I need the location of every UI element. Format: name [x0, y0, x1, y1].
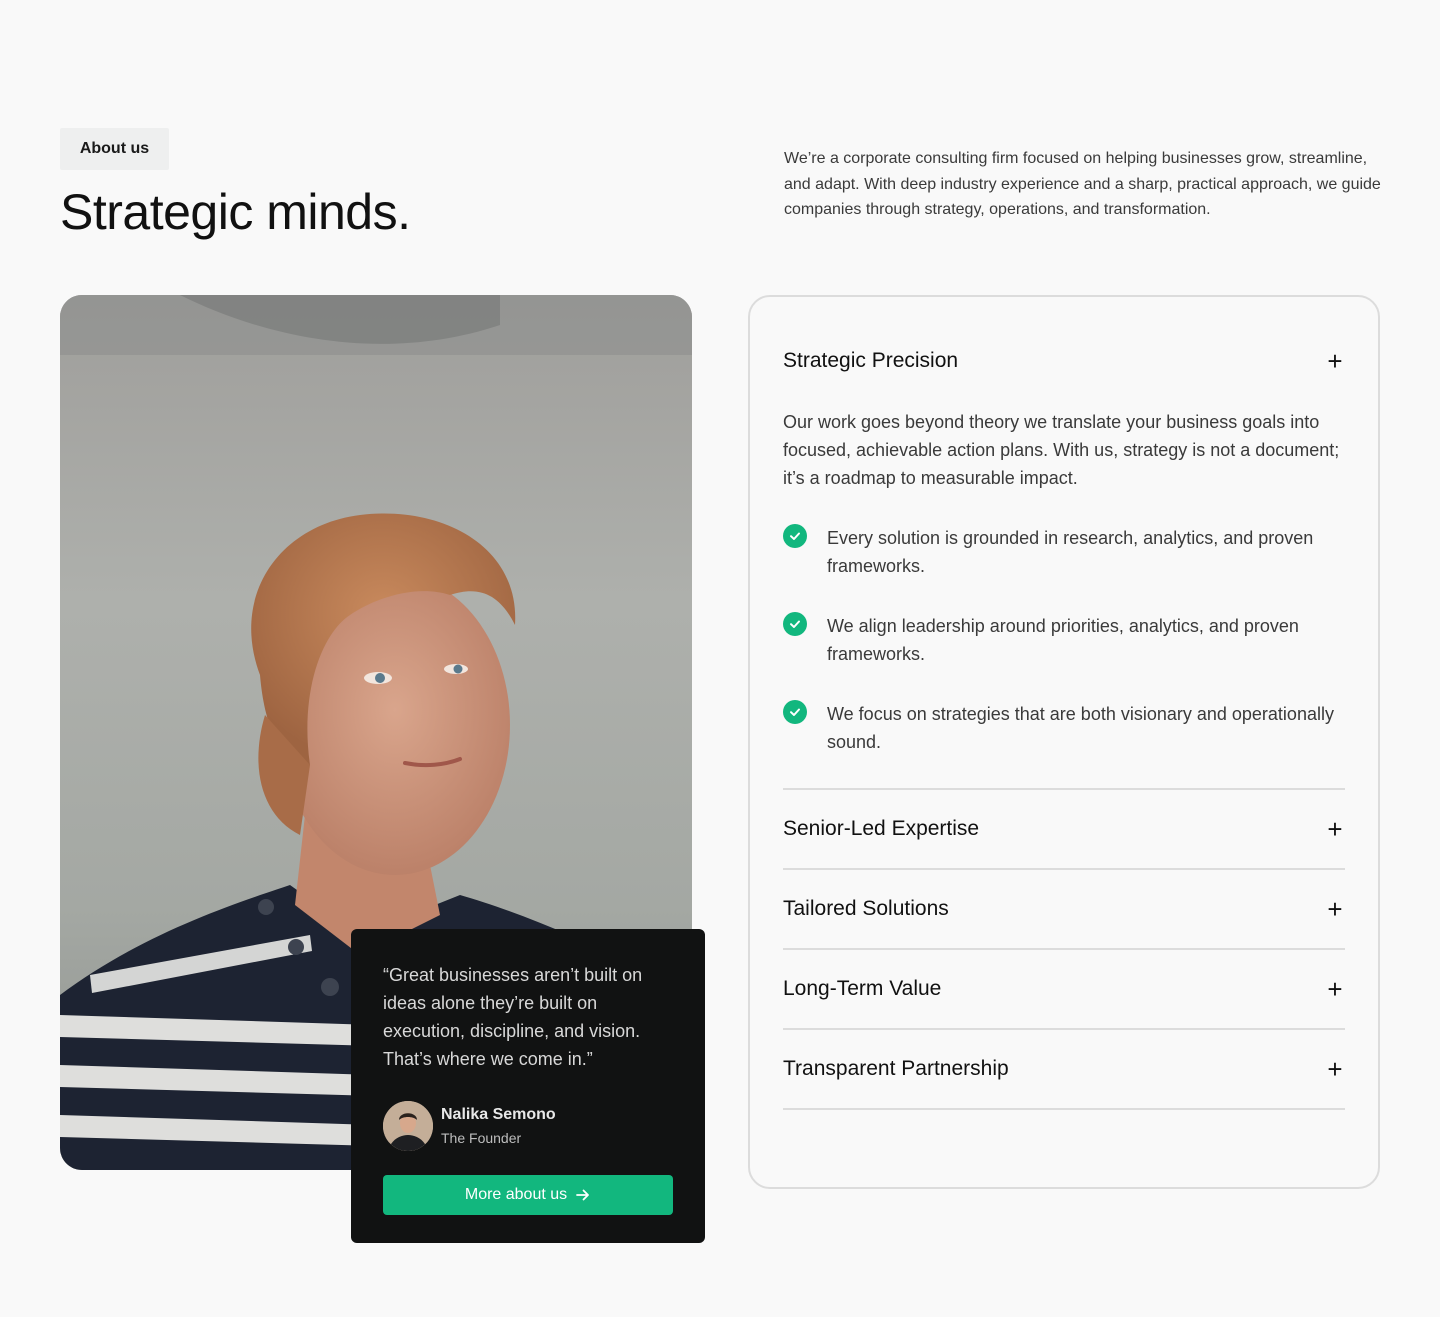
plus-icon[interactable]: + [1325, 816, 1345, 842]
check-circle-icon [783, 700, 807, 724]
check-circle-icon [783, 612, 807, 636]
check-circle-icon [783, 524, 807, 548]
section-title: Strategic minds. [60, 184, 411, 240]
section-eyebrow-tag: About us [60, 128, 169, 170]
accordion-title: Long-Term Value [783, 977, 942, 1000]
accordion-header-long-term-value[interactable]: Long-Term Value + [783, 950, 1345, 1028]
accordion-title: Senior-Led Expertise [783, 817, 980, 840]
accordion-body-strategic-precision: Our work goes beyond theory we translate… [783, 408, 1345, 756]
body-line-1: Our work goes beyond theory we translate… [783, 412, 1340, 460]
plus-icon[interactable]: + [1325, 896, 1345, 922]
body-line-2: it’s a roadmap to measurable impact. [783, 468, 1078, 488]
list-item-text: We focus on strategies that are both vis… [827, 704, 1334, 752]
founder-quote: “Great businesses aren’t built on ideas … [383, 965, 643, 1069]
list-item: We focus on strategies that are both vis… [783, 700, 1345, 756]
accordion-body-text: Our work goes beyond theory we translate… [783, 408, 1345, 492]
benefit-list: Every solution is grounded in research, … [783, 524, 1345, 756]
author-role: The Founder [441, 1130, 522, 1146]
accordion-header-senior-led-expertise[interactable]: Senior-Led Expertise + [783, 790, 1345, 868]
accordion-header-transparent-partnership[interactable]: Transparent Partnership + [783, 1030, 1345, 1108]
accordion-title: Tailored Solutions [783, 897, 949, 920]
author-name: Nalika Semono [441, 1106, 556, 1123]
more-about-us-label: More about us [464, 1186, 568, 1203]
plus-icon[interactable]: + [1325, 1056, 1345, 1082]
avatar-portrait [383, 1101, 433, 1151]
accordion-header-strategic-precision[interactable]: Strategic Precision + [783, 324, 1345, 398]
accordion-header-tailored-solutions[interactable]: Tailored Solutions + [783, 870, 1345, 948]
more-about-us-button[interactable]: More about us [383, 1175, 673, 1215]
list-item: We align leadership around priorities, a… [783, 612, 1345, 668]
divider [783, 1108, 1345, 1110]
plus-icon[interactable]: + [1325, 976, 1345, 1002]
avatar [383, 1101, 433, 1151]
accordion-title: Strategic Precision [783, 349, 959, 372]
list-item: Every solution is grounded in research, … [783, 524, 1345, 580]
accordion-title: Transparent Partnership [783, 1057, 1009, 1080]
list-item-text: We align leadership around priorities, a… [827, 616, 1299, 664]
author-block: Nalika Semono The Founder [383, 1101, 673, 1151]
intro-paragraph: We’re a corporate consulting firm focuse… [784, 150, 1381, 218]
plus-icon[interactable]: + [1325, 348, 1345, 374]
founder-quote-card: “Great businesses aren’t built on ideas … [351, 929, 705, 1243]
arrow-right-icon [576, 1189, 590, 1201]
accordion-panel: Strategic Precision + Our work goes beyo… [748, 295, 1380, 1189]
list-item-text: Every solution is grounded in research, … [827, 528, 1314, 576]
